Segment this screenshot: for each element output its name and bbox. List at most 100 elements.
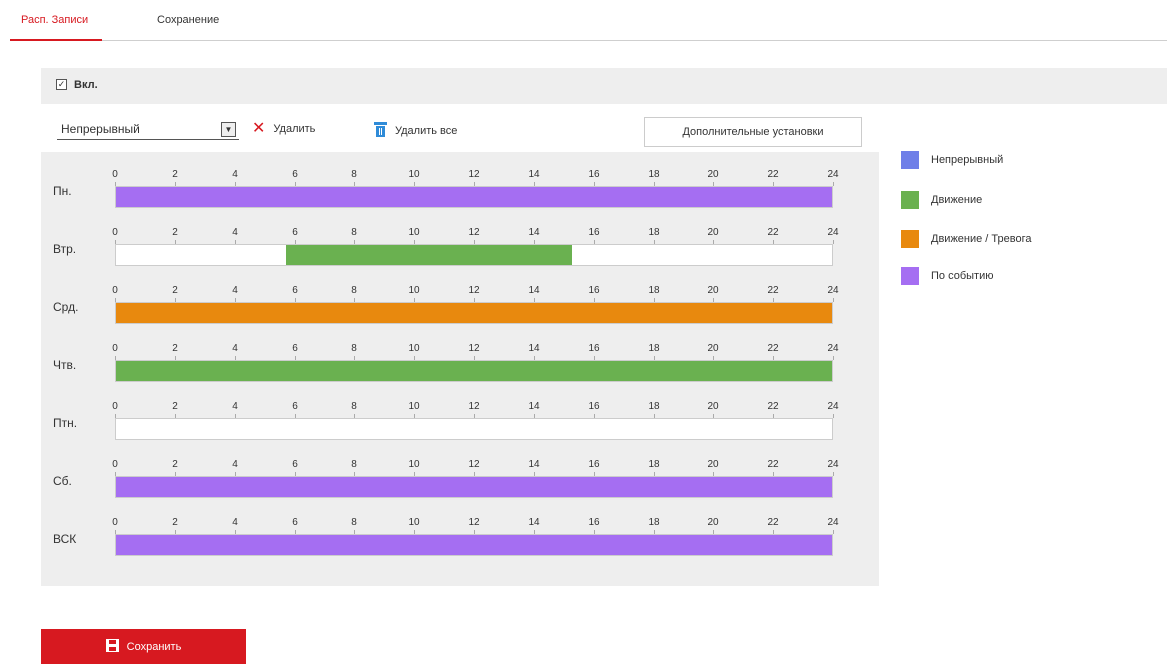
- legend-label: Движение / Тревога: [931, 233, 1032, 245]
- hour-tick-label: 2: [172, 517, 178, 528]
- hour-tick-label: 4: [232, 227, 238, 238]
- hour-tick-label: 16: [588, 285, 600, 296]
- legend-label: Движение: [931, 194, 983, 206]
- schedule-segment[interactable]: [116, 361, 832, 381]
- hour-tick-label: 24: [827, 343, 839, 354]
- day-timeline[interactable]: [115, 186, 833, 208]
- hour-tick-mark: [833, 530, 834, 534]
- hour-tick-label: 20: [707, 285, 719, 296]
- hour-tick-label: 0: [112, 285, 118, 296]
- hour-tick-label: 16: [588, 343, 600, 354]
- enable-bar: ✓ Вкл.: [41, 68, 1167, 104]
- hour-tick-label: 20: [707, 401, 719, 412]
- schedule-segment[interactable]: [116, 303, 832, 323]
- hour-tick-label: 6: [292, 285, 298, 296]
- day-label: Сб.: [53, 474, 72, 488]
- hour-tick-label: 14: [528, 343, 540, 354]
- hour-ticks: 0 2 4 6 8 10 12 14 16 18 20 22 24: [112, 517, 839, 534]
- tab-bar: Расп. Записи Сохранение: [9, 0, 1167, 41]
- hour-ticks: 0 2 4 6 8 10 12 14 16 18 20 22 24: [112, 227, 839, 244]
- hour-tick-label: 6: [292, 517, 298, 528]
- hour-tick-label: 10: [408, 285, 420, 296]
- hour-tick-label: 12: [468, 285, 480, 296]
- hour-tick-label: 4: [232, 285, 238, 296]
- hour-tick-label: 12: [468, 517, 480, 528]
- schedule-segment[interactable]: [116, 187, 832, 207]
- hour-tick-label: 10: [408, 227, 420, 238]
- delete-all-label: Удалить все: [395, 125, 458, 137]
- day-timeline[interactable]: [115, 360, 833, 382]
- hour-tick-label: 24: [827, 459, 839, 470]
- hour-tick-label: 18: [648, 169, 660, 180]
- hour-tick-label: 6: [292, 459, 298, 470]
- hour-tick-label: 16: [588, 517, 600, 528]
- day-label: Чтв.: [53, 358, 77, 372]
- hour-tick-label: 10: [408, 459, 420, 470]
- hour-tick-label: 0: [112, 401, 118, 412]
- legend-item-motion[interactable]: Движение: [901, 191, 1121, 211]
- legend-label: Непрерывный: [931, 154, 1004, 166]
- hour-tick-label: 18: [648, 401, 660, 412]
- hour-tick-label: 24: [827, 285, 839, 296]
- hour-tick-label: 20: [707, 517, 719, 528]
- legend-item-event[interactable]: По событию: [901, 267, 1121, 287]
- schedule-segment[interactable]: [286, 245, 573, 265]
- day-timeline[interactable]: [115, 418, 833, 440]
- legend-item-continuous[interactable]: Непрерывный: [901, 151, 1121, 171]
- chevron-down-icon[interactable]: ▼: [221, 122, 236, 137]
- delete-all-button[interactable]: Удалить все: [374, 122, 457, 140]
- hour-tick-label: 10: [408, 517, 420, 528]
- enable-label: Вкл.: [74, 79, 98, 91]
- hour-tick-mark: [833, 356, 834, 360]
- day-row: ВСК 0 2 4 6 8 10 12 14 16 18 20 22 24: [41, 500, 879, 558]
- day-timeline[interactable]: [115, 534, 833, 556]
- hour-tick-label: 14: [528, 401, 540, 412]
- legend-item-motion-alarm[interactable]: Движение / Тревога: [901, 230, 1121, 250]
- day-label: Пн.: [53, 184, 72, 198]
- hour-tick-mark: [833, 414, 834, 418]
- day-row: Срд. 0 2 4 6 8 10 12 14 16 18 20 22 24: [41, 268, 879, 326]
- tab-storage[interactable]: Сохранение: [157, 14, 219, 26]
- hour-tick-mark: [833, 298, 834, 302]
- hour-tick-label: 6: [292, 401, 298, 412]
- hour-tick-label: 18: [648, 285, 660, 296]
- hour-tick-label: 18: [648, 343, 660, 354]
- day-timeline[interactable]: [115, 244, 833, 266]
- hour-tick-label: 24: [827, 401, 839, 412]
- hour-tick-label: 20: [707, 343, 719, 354]
- hour-tick-label: 2: [172, 343, 178, 354]
- save-button[interactable]: Сохранить: [41, 629, 246, 664]
- hour-tick-label: 14: [528, 459, 540, 470]
- delete-label: Удалить: [273, 123, 316, 135]
- hour-tick-label: 12: [468, 227, 480, 238]
- hour-tick-label: 14: [528, 517, 540, 528]
- day-timeline[interactable]: [115, 476, 833, 498]
- schedule-segment[interactable]: [116, 477, 832, 497]
- hour-tick-label: 10: [408, 343, 420, 354]
- record-type-select[interactable]: Непрерывный ▼: [57, 120, 239, 140]
- schedule-segment[interactable]: [116, 535, 832, 555]
- hour-tick-label: 20: [707, 459, 719, 470]
- hour-tick-label: 6: [292, 343, 298, 354]
- hour-tick-label: 18: [648, 517, 660, 528]
- day-label: Птн.: [53, 416, 78, 430]
- hour-tick-label: 6: [292, 169, 298, 180]
- hour-tick-mark: [833, 472, 834, 476]
- legend-swatch: [901, 267, 919, 285]
- hour-tick-mark: [833, 240, 834, 244]
- day-timeline[interactable]: [115, 302, 833, 324]
- hour-tick-label: 8: [351, 343, 357, 354]
- delete-button[interactable]: ✕ Удалить: [252, 121, 316, 137]
- tab-record-schedule[interactable]: Расп. Записи: [9, 14, 103, 41]
- hour-tick-label: 22: [767, 285, 779, 296]
- hour-tick-label: 8: [351, 401, 357, 412]
- advanced-settings-button[interactable]: Дополнительные установки: [644, 117, 862, 147]
- enable-checkbox[interactable]: ✓: [56, 79, 67, 90]
- hour-tick-label: 16: [588, 227, 600, 238]
- hour-tick-label: 22: [767, 517, 779, 528]
- hour-tick-label: 8: [351, 285, 357, 296]
- hour-tick-label: 2: [172, 459, 178, 470]
- hour-tick-label: 0: [112, 169, 118, 180]
- legend-swatch: [901, 151, 919, 169]
- hour-tick-label: 14: [528, 285, 540, 296]
